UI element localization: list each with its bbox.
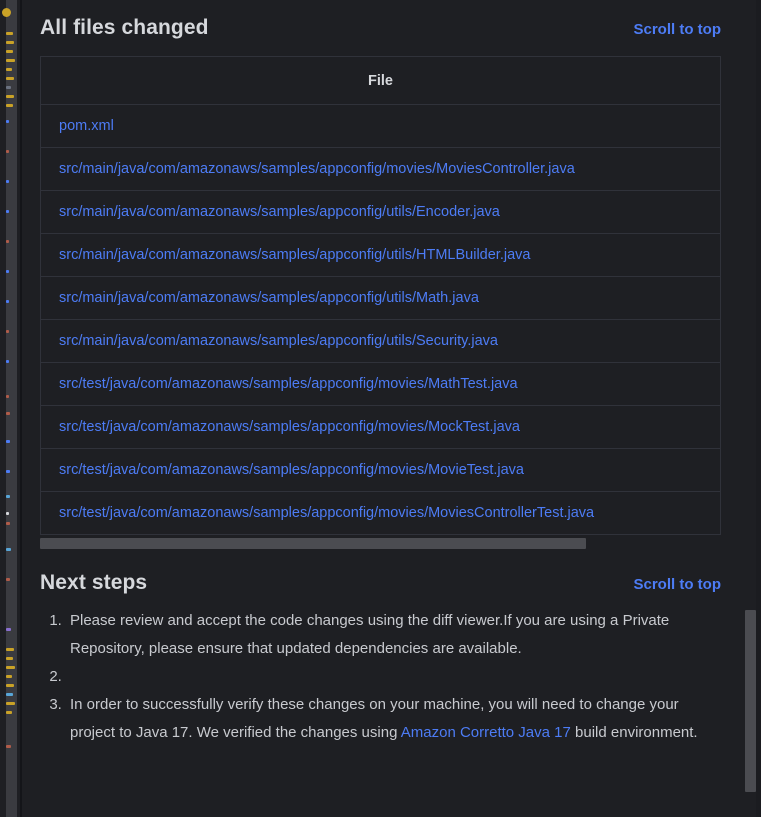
minimap-code-token <box>6 578 10 581</box>
right-edge-strip <box>756 0 761 817</box>
scroll-to-top-link-files[interactable]: Scroll to top <box>634 21 722 38</box>
table-row: src/main/java/com/amazonaws/samples/appc… <box>41 276 720 320</box>
minimap-code-token <box>6 240 9 243</box>
table-row: src/test/java/com/amazonaws/samples/appc… <box>41 491 720 535</box>
table-cell-file: src/main/java/com/amazonaws/samples/appc… <box>41 147 720 191</box>
minimap-code-token <box>6 300 9 303</box>
file-link[interactable]: src/main/java/com/amazonaws/samples/appc… <box>59 333 498 349</box>
minimap-code-token <box>6 360 9 363</box>
files-table: File pom.xml src/main/java/com/amazonaws… <box>41 57 720 535</box>
minimap-code-token <box>6 104 13 107</box>
minimap-code-token <box>6 666 15 669</box>
minimap-code-token <box>6 395 9 398</box>
minimap-code-token <box>6 470 10 473</box>
file-link[interactable]: src/main/java/com/amazonaws/samples/appc… <box>59 161 575 177</box>
minimap-code-token <box>6 330 9 333</box>
table-row: src/main/java/com/amazonaws/samples/appc… <box>41 233 720 277</box>
list-item <box>66 663 719 691</box>
table-cell-file: src/main/java/com/amazonaws/samples/appc… <box>41 233 720 277</box>
minimap-code-token <box>6 512 9 515</box>
file-link[interactable]: src/test/java/com/amazonaws/samples/appc… <box>59 376 518 392</box>
table-cell-file: src/test/java/com/amazonaws/samples/appc… <box>41 491 720 535</box>
table-header-row: File <box>41 57 720 105</box>
table-cell-file: pom.xml <box>41 104 720 148</box>
table-row: src/main/java/com/amazonaws/samples/appc… <box>41 190 720 234</box>
minimap-code-token <box>6 648 14 651</box>
files-table-container: File pom.xml src/main/java/com/amazonaws… <box>40 56 721 535</box>
code-minimap[interactable] <box>0 0 22 817</box>
page-title: All files changed <box>40 16 209 39</box>
table-cell-file: src/test/java/com/amazonaws/samples/appc… <box>41 448 720 492</box>
table-row: src/test/java/com/amazonaws/samples/appc… <box>41 362 720 406</box>
page-vertical-scrollbar[interactable] <box>745 0 756 817</box>
minimap-code-token <box>6 120 9 123</box>
minimap-code-token <box>6 59 15 62</box>
table-horizontal-scrollbar-thumb[interactable] <box>40 538 587 549</box>
minimap-code-token <box>6 86 11 89</box>
table-cell-file: src/test/java/com/amazonaws/samples/appc… <box>41 405 720 449</box>
minimap-code-token <box>6 522 10 525</box>
step-text: Please review and accept the code change… <box>70 612 670 657</box>
table-row: pom.xml <box>41 104 720 148</box>
file-link[interactable]: src/main/java/com/amazonaws/samples/appc… <box>59 204 500 220</box>
minimap-code-token <box>6 548 11 551</box>
minimap-code-token <box>6 32 13 35</box>
file-link[interactable]: src/main/java/com/amazonaws/samples/appc… <box>59 247 530 263</box>
minimap-code-token <box>6 657 13 660</box>
minimap-code-token <box>6 412 10 415</box>
files-table-head: File <box>41 57 720 105</box>
minimap-code-token <box>6 77 14 80</box>
minimap-code-token <box>6 50 13 53</box>
table-row: src/test/java/com/amazonaws/samples/appc… <box>41 405 720 449</box>
file-link[interactable]: src/test/java/com/amazonaws/samples/appc… <box>59 462 524 478</box>
table-cell-file: src/test/java/com/amazonaws/samples/appc… <box>41 362 720 406</box>
list-item: In order to successfully verify these ch… <box>66 691 719 747</box>
app-root: All files changed Scroll to top File pom… <box>0 0 761 817</box>
minimap-code-token <box>6 210 9 213</box>
minimap-code-token <box>6 693 13 696</box>
main-content: All files changed Scroll to top File pom… <box>22 0 739 817</box>
minimap-code-token <box>6 150 9 153</box>
minimap-code-token <box>6 41 14 44</box>
table-cell-file: src/main/java/com/amazonaws/samples/appc… <box>41 190 720 234</box>
minimap-code-token <box>6 440 10 443</box>
file-link[interactable]: src/test/java/com/amazonaws/samples/appc… <box>59 419 520 435</box>
files-table-body: pom.xml src/main/java/com/amazonaws/samp… <box>41 104 720 535</box>
table-cell-file: src/main/java/com/amazonaws/samples/appc… <box>41 276 720 320</box>
minimap-code-token <box>6 684 14 687</box>
minimap-marker-icon <box>2 8 11 17</box>
page-vertical-scrollbar-thumb[interactable] <box>745 610 756 792</box>
minimap-code-token <box>6 628 11 631</box>
table-row: src/test/java/com/amazonaws/samples/appc… <box>41 448 720 492</box>
table-cell-file: src/main/java/com/amazonaws/samples/appc… <box>41 319 720 363</box>
scroll-to-top-link-steps[interactable]: Scroll to top <box>634 576 722 593</box>
minimap-code-token <box>6 711 12 714</box>
file-link[interactable]: src/main/java/com/amazonaws/samples/appc… <box>59 290 479 306</box>
list-item: Please review and accept the code change… <box>66 607 719 663</box>
amazon-corretto-link[interactable]: Amazon Corretto Java 17 <box>401 724 571 741</box>
column-header-file: File <box>41 57 720 105</box>
next-steps-list: Please review and accept the code change… <box>22 607 739 747</box>
files-section-header: All files changed Scroll to top <box>22 0 739 40</box>
minimap-code-token <box>6 95 14 98</box>
minimap-code-token <box>6 702 15 705</box>
minimap-code-token <box>6 675 12 678</box>
file-link[interactable]: src/test/java/com/amazonaws/samples/appc… <box>59 505 594 521</box>
minimap-code-token <box>6 68 12 71</box>
minimap-code-token <box>6 745 11 748</box>
table-row: src/main/java/com/amazonaws/samples/appc… <box>41 319 720 363</box>
table-horizontal-scrollbar[interactable] <box>40 538 721 549</box>
minimap-code-token <box>6 270 9 273</box>
minimap-code-token <box>6 180 9 183</box>
next-steps-section-header: Next steps Scroll to top <box>22 549 739 595</box>
table-row: src/main/java/com/amazonaws/samples/appc… <box>41 147 720 191</box>
step-text-tail: build environment. <box>570 724 698 741</box>
next-steps-title: Next steps <box>40 571 148 594</box>
file-link[interactable]: pom.xml <box>59 118 114 134</box>
minimap-code-token <box>6 495 10 498</box>
